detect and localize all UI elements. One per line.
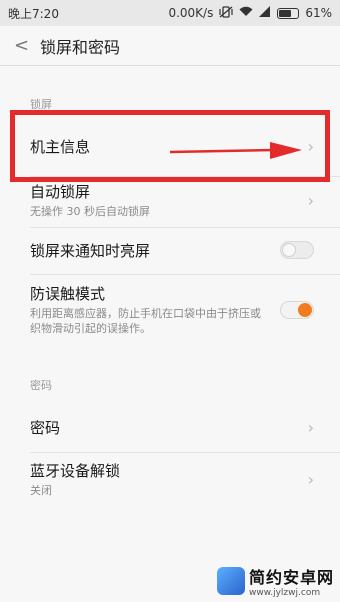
watermark-url: www.jylzwj.com [248, 588, 321, 598]
status-bar: 晚上7:20 0.00K/s 61% [0, 0, 340, 26]
toggle-knob [298, 303, 312, 317]
title-bar: < 锁屏和密码 [0, 26, 340, 66]
signal-icon [259, 6, 271, 20]
owner-info-row[interactable]: 机主信息 › [0, 117, 340, 175]
watermark: 简约安卓网 www.jylzwj.com [216, 564, 334, 598]
owner-info-label: 机主信息 [30, 137, 91, 156]
page-title: 锁屏和密码 [40, 37, 121, 57]
status-right: 0.00K/s 61% [168, 5, 332, 21]
notification-wake-row: 锁屏来通知时亮屏 [0, 228, 340, 272]
divider [30, 274, 340, 275]
section-label-lock-screen: 锁屏 [30, 98, 52, 111]
chevron-right-icon: › [307, 136, 314, 156]
vibrate-icon [219, 5, 233, 21]
watermark-text: 简约安卓网 www.jylzwj.com [249, 564, 334, 598]
auto-lock-subtitle: 无操作 30 秒后自动锁屏 [30, 204, 150, 218]
section-label-password: 密码 [30, 379, 52, 392]
bluetooth-unlock-subtitle: 关闭 [30, 483, 52, 497]
wifi-icon [239, 6, 253, 20]
android-logo-icon [216, 567, 245, 595]
bluetooth-unlock-label: 蓝牙设备解锁 [30, 461, 121, 480]
chevron-right-icon: › [307, 469, 314, 489]
back-arrow-icon[interactable]: < [14, 35, 40, 56]
watermark-title: 简约安卓网 [248, 568, 334, 587]
password-label: 密码 [30, 418, 61, 437]
status-time: 晚上7:20 [8, 6, 59, 21]
bluetooth-unlock-row[interactable]: 蓝牙设备解锁 关闭 › [0, 455, 340, 503]
password-row[interactable]: 密码 › [0, 402, 340, 452]
battery-percent: 61% [305, 6, 332, 20]
notification-wake-toggle[interactable] [280, 241, 314, 259]
anti-touch-label: 防误触模式 [30, 285, 106, 304]
chevron-right-icon: › [307, 190, 314, 210]
anti-touch-subtitle: 利用距离感应器，防止手机在口袋中由于挤压或织物滑动引起的误操作。 [30, 307, 261, 335]
divider [30, 452, 340, 453]
battery-icon [277, 7, 300, 19]
auto-lock-row[interactable]: 自动锁屏 无操作 30 秒后自动锁屏 › [0, 177, 340, 223]
auto-lock-label: 自动锁屏 [30, 182, 91, 201]
notification-wake-label: 锁屏来通知时亮屏 [30, 241, 151, 260]
network-speed: 0.00K/s [168, 6, 214, 20]
anti-touch-toggle[interactable] [280, 301, 314, 319]
anti-touch-row: 防误触模式 利用距离感应器，防止手机在口袋中由于挤压或织物滑动引起的误操作。 [0, 278, 340, 342]
toggle-knob [282, 243, 296, 257]
chevron-right-icon: › [307, 417, 314, 437]
